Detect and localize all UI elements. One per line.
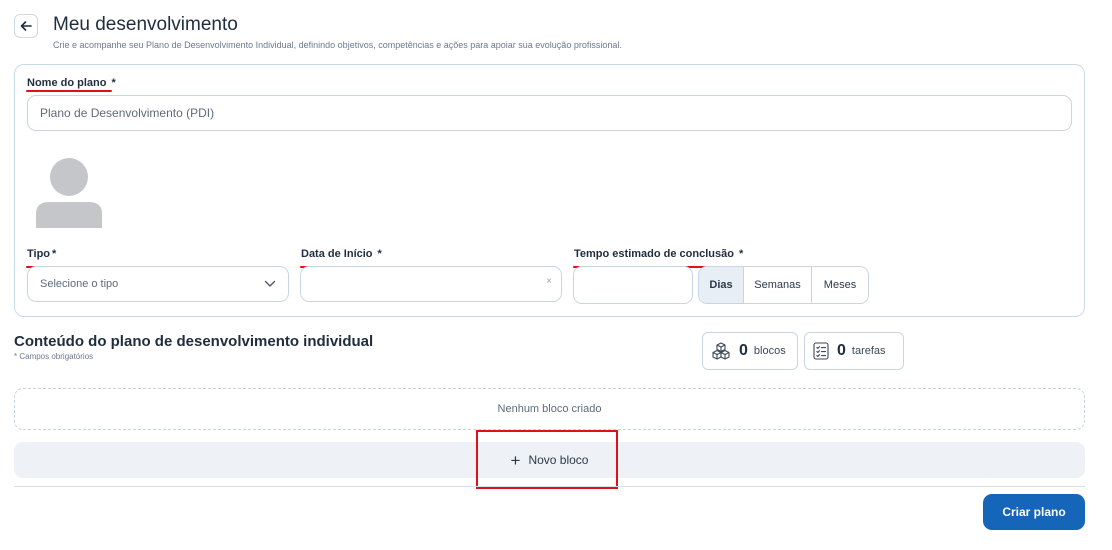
plan-name-label-text: Nome do plano	[27, 77, 107, 89]
avatar-placeholder-icon	[36, 158, 102, 228]
plan-name-input[interactable]	[27, 95, 1072, 131]
annotation-underline	[26, 90, 112, 92]
start-date-label-text: Data de Início	[301, 248, 373, 260]
page-title: Meu desenvolvimento	[53, 14, 238, 35]
tasks-count: 0	[837, 342, 846, 359]
estimated-time-label: Tempo estimado de conclusão *	[574, 248, 743, 260]
plan-form-card: Nome do plano* Tipo* Selecione o tipo Da…	[14, 64, 1085, 317]
tasks-unit-label: tarefas	[851, 345, 886, 357]
empty-blocks-area: Nenhum bloco criado	[14, 388, 1085, 430]
estimated-time-input[interactable]	[573, 266, 693, 304]
type-label-text: Tipo	[27, 248, 51, 260]
required-marker: *	[111, 77, 116, 89]
content-section-title: Conteúdo do plano de desenvolvimento ind…	[14, 333, 374, 350]
unit-days-button[interactable]: Dias	[699, 267, 744, 303]
required-fields-note: * Campos obrigatórios	[14, 352, 94, 361]
required-marker: *	[52, 248, 57, 260]
empty-blocks-text: Nenhum bloco criado	[497, 403, 602, 415]
blocks-counter: 0 blocos	[702, 332, 798, 370]
tasks-counter: 0 tarefas	[804, 332, 904, 370]
unit-months-button[interactable]: Meses	[812, 267, 868, 303]
type-select-placeholder: Selecione o tipo	[40, 278, 119, 290]
divider	[14, 486, 1085, 487]
arrow-left-icon	[20, 21, 32, 31]
plan-name-label: Nome do plano *	[27, 77, 116, 89]
blocks-unit-label: blocos	[753, 345, 786, 357]
back-button[interactable]	[14, 14, 38, 38]
type-label: Tipo *	[27, 248, 56, 260]
estimated-time-label-text: Tempo estimado de conclusão	[574, 248, 734, 260]
unit-weeks-button[interactable]: Semanas	[744, 267, 812, 303]
required-marker: *	[377, 248, 382, 260]
clear-icon[interactable]: ×	[546, 276, 552, 287]
blocks-count: 0	[739, 342, 748, 359]
cubes-icon	[712, 342, 730, 360]
new-block-button[interactable]: + Novo bloco	[14, 442, 1085, 478]
create-plan-button[interactable]: Criar plano	[983, 494, 1085, 530]
start-date-input[interactable]: ×	[300, 266, 562, 302]
new-block-label: Novo bloco	[528, 453, 589, 467]
start-date-label: Data de Início *	[301, 248, 382, 260]
plus-icon: +	[510, 450, 521, 470]
page-subtitle: Crie e acompanhe seu Plano de Desenvolvi…	[53, 40, 622, 50]
required-marker: *	[738, 248, 744, 260]
checklist-icon	[813, 342, 829, 360]
time-unit-toggle: Dias Semanas Meses	[698, 266, 869, 304]
type-select[interactable]: Selecione o tipo	[27, 266, 289, 302]
chevron-down-icon	[264, 280, 276, 287]
